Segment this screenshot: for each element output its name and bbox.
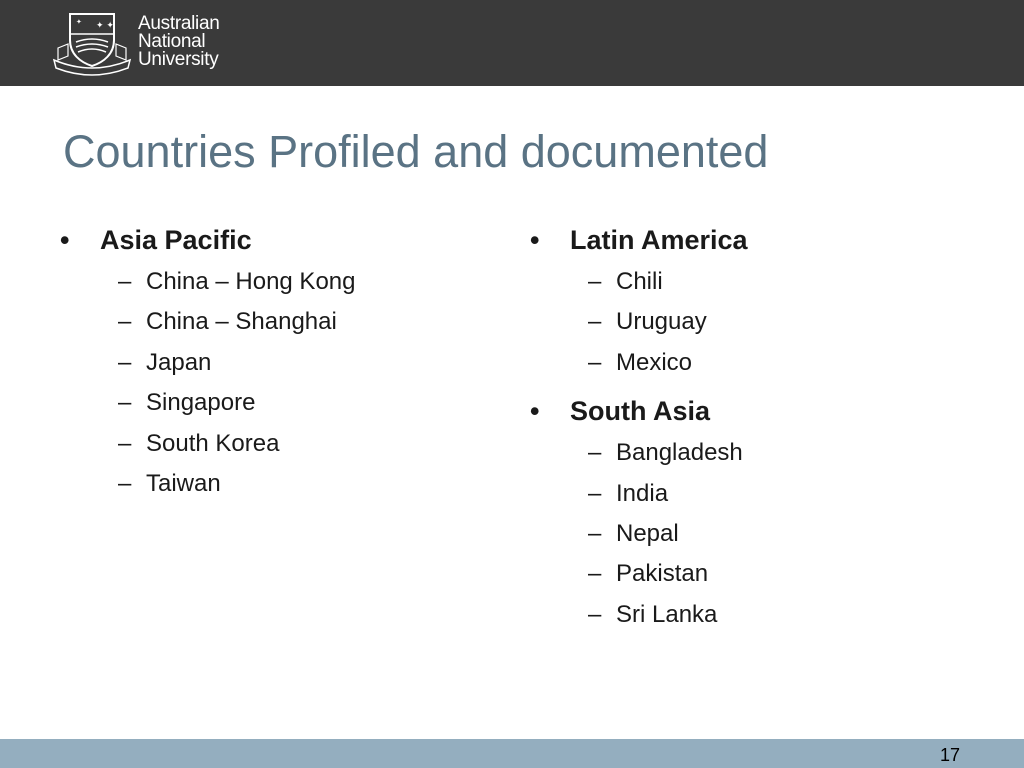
dash: – bbox=[588, 348, 602, 376]
list-item-text: Japan bbox=[146, 348, 212, 376]
dash: – bbox=[118, 389, 132, 417]
left-column: • Asia Pacific – China – Hong Kong – China… bbox=[60, 222, 355, 514]
list-item-text: Uruguay bbox=[616, 308, 707, 336]
bullet-dot: • bbox=[530, 225, 540, 255]
list-item: – Sri Lanka bbox=[588, 595, 748, 635]
list-item-text: Mexico bbox=[616, 348, 693, 376]
list-item-text: China – Shanghai bbox=[146, 308, 337, 336]
bullet-heading: • Asia Pacific bbox=[60, 222, 355, 258]
dash: – bbox=[588, 268, 602, 295]
svg-text:✦: ✦ bbox=[76, 18, 82, 26]
footer-bar: 17 bbox=[0, 739, 1024, 768]
university-crest-icon: ✦ ✦ ✦ bbox=[52, 13, 132, 76]
university-logo-text: Australian National University bbox=[138, 14, 220, 70]
bullet-group-latin-america: • Latin America – Chili – Uruguay – Mexico bbox=[530, 222, 748, 383]
dash: – bbox=[118, 268, 132, 295]
list-item-text: India bbox=[616, 479, 669, 507]
page-number: 17 bbox=[940, 745, 961, 765]
dash: – bbox=[588, 308, 602, 336]
list-item-text: Sri Lanka bbox=[616, 600, 718, 628]
list-item: – South Korea bbox=[118, 424, 355, 464]
list-item-text: South Korea bbox=[146, 429, 280, 457]
bullet-dot: • bbox=[530, 396, 540, 427]
bullet-heading: • Latin America bbox=[530, 222, 748, 258]
dash: – bbox=[118, 429, 132, 457]
list-item: – China – Shanghai bbox=[118, 302, 355, 342]
list-item: – Chili bbox=[588, 262, 748, 302]
list-item: – Pakistan bbox=[588, 554, 748, 594]
list-item: – Japan bbox=[118, 343, 355, 383]
list-item: – Singapore bbox=[118, 383, 355, 423]
bullet-heading: • South Asia bbox=[530, 393, 748, 429]
list-item-text: Pakistan bbox=[616, 560, 709, 588]
dash: – bbox=[588, 600, 602, 628]
heading-text: Latin America bbox=[570, 225, 748, 255]
dash: – bbox=[588, 560, 602, 588]
bullet-group-south-asia: • South Asia – Bangladesh – India – Nepal –… bbox=[530, 393, 748, 635]
dash: – bbox=[588, 479, 602, 507]
bullet-dot: • bbox=[60, 225, 70, 255]
list-item-text: Bangladesh bbox=[616, 439, 743, 467]
svg-text:✦ ✦: ✦ ✦ bbox=[96, 21, 114, 31]
list-item-text: Taiwan bbox=[146, 469, 221, 497]
list-item-text: Nepal bbox=[616, 519, 679, 547]
list-item-text: Chili bbox=[616, 268, 663, 295]
header-bar: ✦ ✦ ✦ Australian National University bbox=[0, 0, 1024, 86]
list-item-text: Singapore bbox=[146, 389, 256, 417]
list-item: – Uruguay bbox=[588, 302, 748, 342]
right-column: • Latin America – Chili – Uruguay – Mexico … bbox=[530, 222, 748, 645]
dash: – bbox=[118, 348, 132, 376]
list-item-text: China – Hong Kong bbox=[146, 268, 356, 295]
list-item: – Taiwan bbox=[118, 464, 355, 504]
list-item: – Bangladesh bbox=[588, 433, 748, 473]
heading-text: Asia Pacific bbox=[100, 225, 252, 255]
list-item: – Mexico bbox=[588, 343, 748, 383]
heading-text: South Asia bbox=[570, 396, 711, 427]
dash: – bbox=[118, 469, 132, 497]
dash: – bbox=[118, 308, 132, 336]
sub-list: – Chili – Uruguay – Mexico bbox=[530, 262, 748, 383]
slide-title: Countries Profiled and documented bbox=[63, 126, 769, 177]
sub-list: – Bangladesh – India – Nepal – Pakistan – Sri… bbox=[530, 433, 748, 635]
sub-list: – China – Hong Kong – China – Shanghai – Ja… bbox=[60, 262, 355, 504]
bullet-group-asia-pacific: • Asia Pacific – China – Hong Kong – China… bbox=[60, 222, 355, 504]
list-item: – China – Hong Kong bbox=[118, 262, 355, 302]
logo-line-3: University bbox=[138, 49, 219, 70]
list-item: – Nepal bbox=[588, 514, 748, 554]
list-item: – India bbox=[588, 474, 748, 514]
dash: – bbox=[588, 439, 602, 467]
dash: – bbox=[588, 519, 602, 547]
